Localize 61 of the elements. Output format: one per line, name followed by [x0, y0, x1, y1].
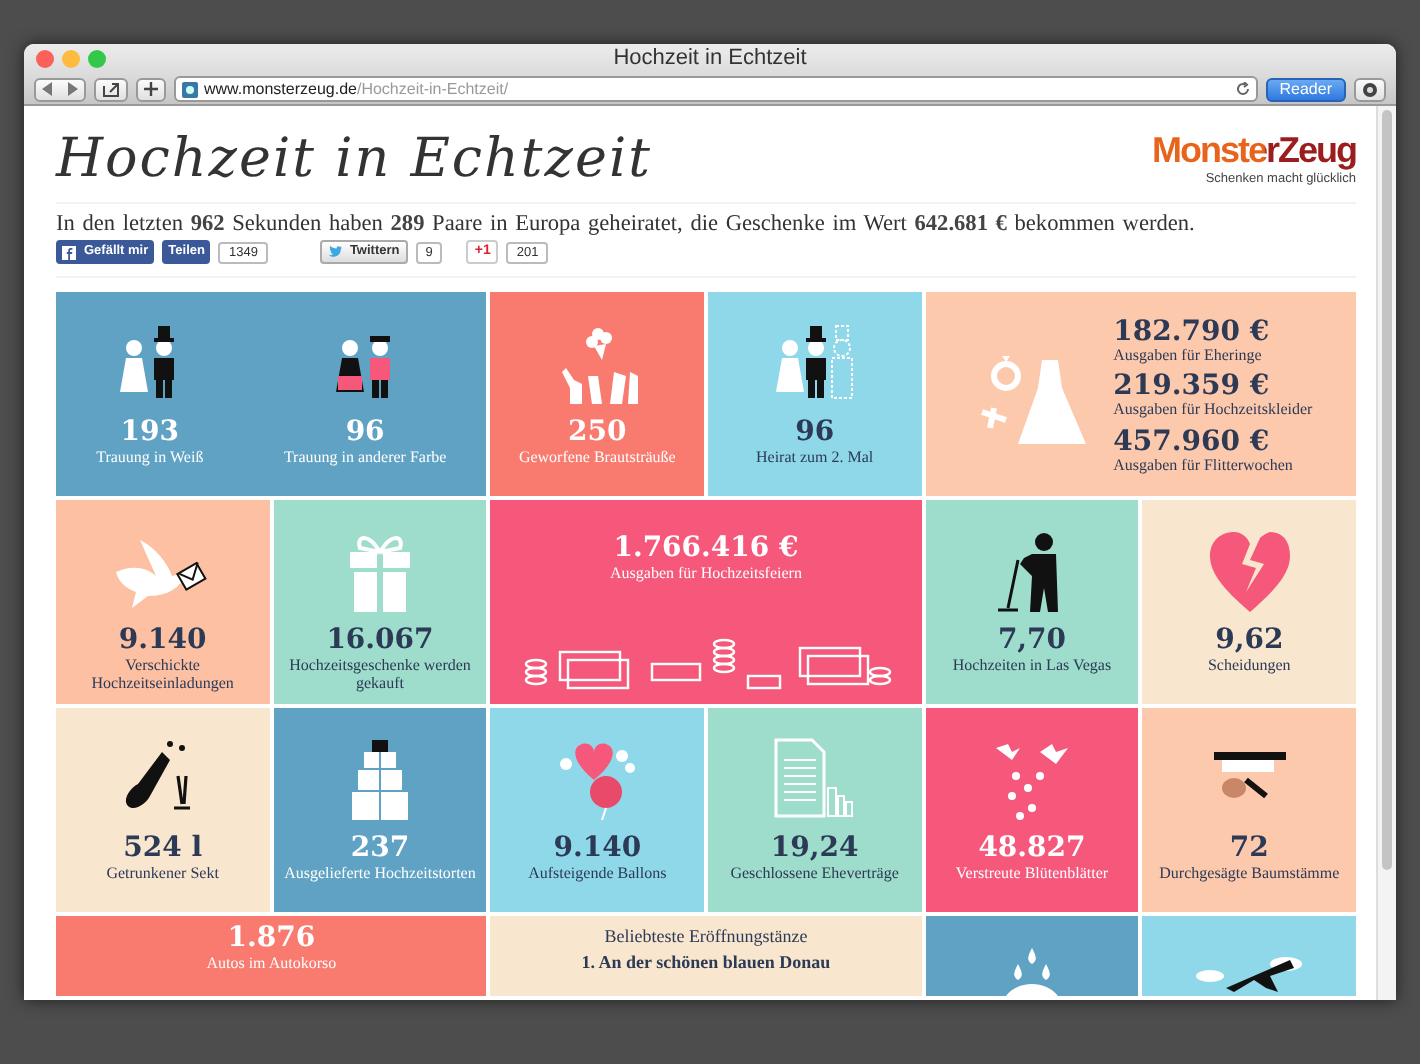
stat-label: Verstreute Blütenblätter: [953, 864, 1111, 883]
stat-value: 7,70: [997, 624, 1067, 657]
site-icon: [182, 81, 198, 97]
new-tab-button[interactable]: [136, 77, 166, 101]
dance-item: 1. An der schönen blauen Donau: [579, 952, 833, 974]
reload-icon: [1235, 82, 1250, 96]
stat-label: Geworfene Brautsträuße: [516, 448, 678, 467]
stat-label: Autos im Autokorso: [204, 954, 339, 973]
broken-heart-icon: [1205, 528, 1294, 616]
minimize-button[interactable]: [62, 50, 80, 68]
stat-label: Scheidungen: [1205, 656, 1293, 675]
stat-value: 72: [1229, 832, 1269, 865]
stat-label: Hochzeiten in Las Vegas: [950, 656, 1114, 675]
stat-value: 237: [350, 832, 410, 865]
share-icon: [102, 81, 120, 97]
stat-label: Aufsteigende Ballons: [526, 864, 669, 883]
stat-value: 16.067: [326, 624, 434, 657]
stat-label: Durchgesägte Baumstämme: [1157, 864, 1342, 883]
stat-value: 193: [120, 416, 180, 449]
stat-value: 19,24: [770, 832, 859, 865]
section-heading: Beliebteste Eröffnungstänze: [602, 926, 810, 947]
money-label: Ausgaben für Flitterwochen: [1113, 455, 1295, 474]
money-value: 219.359 €: [1113, 372, 1272, 401]
stat-label: Verschickte Hochzeitseinladungen: [89, 656, 236, 693]
window-title: Hochzeit in Echtzeit: [613, 46, 807, 70]
zoom-button[interactable]: [88, 50, 106, 68]
stat-value: 9.140: [553, 832, 642, 865]
address-field[interactable]: www.monsterzeug.de/Hochzeit-in-Echtzeit/: [174, 76, 1258, 102]
stat-label: Ausgelieferte Hochzeitstorten: [282, 864, 478, 883]
stat-label: Hochzeitsgeschenke werden gekauft: [287, 656, 473, 693]
stat-value: 250: [568, 416, 627, 449]
summary-text: In den letzten 962 Sekunden haben 289 Paare in Europa geheiratet, die Geschenke im Wert 642.681 € bekommen werden.: [56, 212, 1197, 236]
stat-label: Trauung in anderer Farbe: [281, 448, 449, 467]
url-text: www.monsterzeug.de/Hochzeit-in-Echtzeit/: [204, 80, 509, 98]
stat-value: 1.876: [227, 922, 316, 955]
stat-label: Heirat zum 2. Mal: [753, 448, 876, 467]
stat-value: 96: [345, 416, 385, 449]
money-label: Ausgaben für Eheringe: [1113, 346, 1264, 365]
stat-label: Getrunkener Sekt: [104, 864, 221, 883]
downloads-button[interactable]: [1354, 77, 1386, 101]
facebook-icon: [62, 245, 76, 259]
share-button[interactable]: [94, 77, 128, 101]
stat-value: 9.140: [118, 624, 207, 657]
back-forward-button[interactable]: [34, 77, 86, 101]
circle-icon: [1362, 81, 1378, 97]
stat-value: 96: [795, 416, 835, 449]
stat-value: 48.827: [978, 832, 1086, 865]
stat-value: 1.766.416 €: [613, 532, 799, 565]
money-value: 457.960 €: [1113, 427, 1272, 456]
stat-value: 9,62: [1215, 624, 1284, 657]
money-label: Ausgaben für Hochzeitskleider: [1113, 400, 1313, 420]
bird-icon: [327, 246, 342, 258]
stat-label: Geschlossene Eheverträge: [728, 864, 901, 883]
page-title: Hochzeit in Echtzeit: [56, 127, 652, 189]
back-forward-icon: [42, 82, 78, 96]
plus-icon: [144, 82, 158, 96]
stat-label: Ausgaben für Hochzeitsfeiern: [608, 564, 804, 583]
stat-label: Trauung in Weiß: [94, 448, 206, 467]
money-value: 182.790 €: [1113, 318, 1272, 347]
stat-value: 524 l: [123, 832, 203, 865]
close-button[interactable]: [36, 50, 54, 68]
